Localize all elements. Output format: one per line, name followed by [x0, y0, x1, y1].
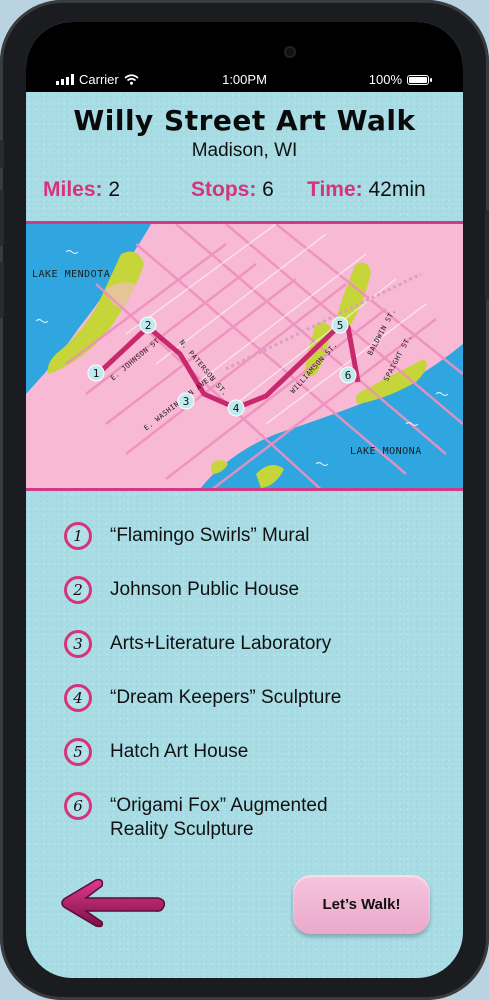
- list-item[interactable]: 2 Johnson Public House: [64, 576, 444, 630]
- stat-miles: Miles: 2: [43, 178, 191, 202]
- list-item[interactable]: 5 Hatch Art House: [64, 738, 444, 792]
- volume-down-button: [0, 262, 4, 318]
- stat-label: Time:: [307, 178, 363, 201]
- power-button: [485, 210, 489, 300]
- mute-switch: [0, 140, 4, 168]
- stop-number-badge: 1: [64, 522, 92, 550]
- stop-number-badge: 2: [64, 576, 92, 604]
- front-camera: [284, 46, 296, 58]
- stop-name: Hatch Art House: [110, 741, 249, 762]
- list-item[interactable]: 4 “Dream Keepers” Sculpture: [64, 684, 444, 738]
- list-item[interactable]: 6 “Origami Fox” Augmented Reality Sculpt…: [64, 792, 444, 852]
- app-screen: Carrier 1:00PM 100% Willy Street Art Wal…: [26, 22, 463, 978]
- stop-name: “Flamingo Swirls” Mural: [110, 525, 310, 546]
- stat-value: 42min: [368, 178, 426, 201]
- stop-list: 1 “Flamingo Swirls” Mural 2 Johnson Publ…: [64, 522, 444, 852]
- stop-number-badge: 4: [64, 684, 92, 712]
- stat-label: Stops:: [191, 178, 257, 201]
- stop-number-badge: 6: [64, 792, 92, 820]
- stop-name: “Dream Keepers” Sculpture: [110, 687, 342, 708]
- battery-icon: [407, 74, 432, 85]
- stop-number-badge: 5: [64, 738, 92, 766]
- status-right: 100%: [368, 72, 432, 87]
- battery-percent: 100%: [368, 72, 402, 87]
- page-title: Willy Street Art Walk: [73, 104, 416, 137]
- page-subtitle: Madison, WI: [191, 140, 298, 161]
- list-item[interactable]: 3 Arts+Literature Laboratory: [64, 630, 444, 684]
- stop-name: Arts+Literature Laboratory: [110, 633, 332, 654]
- stat-value: 6: [262, 178, 274, 201]
- volume-up-button: [0, 190, 4, 246]
- lake-label-mendota: LAKE MENDOTA: [32, 269, 111, 280]
- stop-number-badge: 3: [64, 630, 92, 658]
- stat-label: Miles:: [43, 178, 103, 201]
- stat-value: 2: [108, 178, 121, 201]
- stat-time: Time: 42min: [307, 178, 426, 202]
- stats-row: Miles: 2 Stops: 6 Time: 42min: [43, 178, 453, 202]
- lake-label-monona: LAKE MONONA: [350, 446, 422, 457]
- route-map[interactable]: LAKE MENDOTA LAKE MONONA E. JOHNSON ST. …: [26, 221, 463, 491]
- stat-stops: Stops: 6: [191, 178, 307, 202]
- list-item[interactable]: 1 “Flamingo Swirls” Mural: [64, 522, 444, 576]
- stop-name: “Origami Fox” Augmented Reality Sculptur…: [110, 795, 328, 840]
- lets-walk-button[interactable]: Let’s Walk!: [293, 875, 430, 934]
- left-arrow-icon[interactable]: [58, 874, 168, 930]
- phone-frame: Carrier 1:00PM 100% Willy Street Art Wal…: [0, 0, 489, 1000]
- stop-name: Johnson Public House: [110, 579, 300, 600]
- status-bar: Carrier 1:00PM 100%: [26, 22, 463, 92]
